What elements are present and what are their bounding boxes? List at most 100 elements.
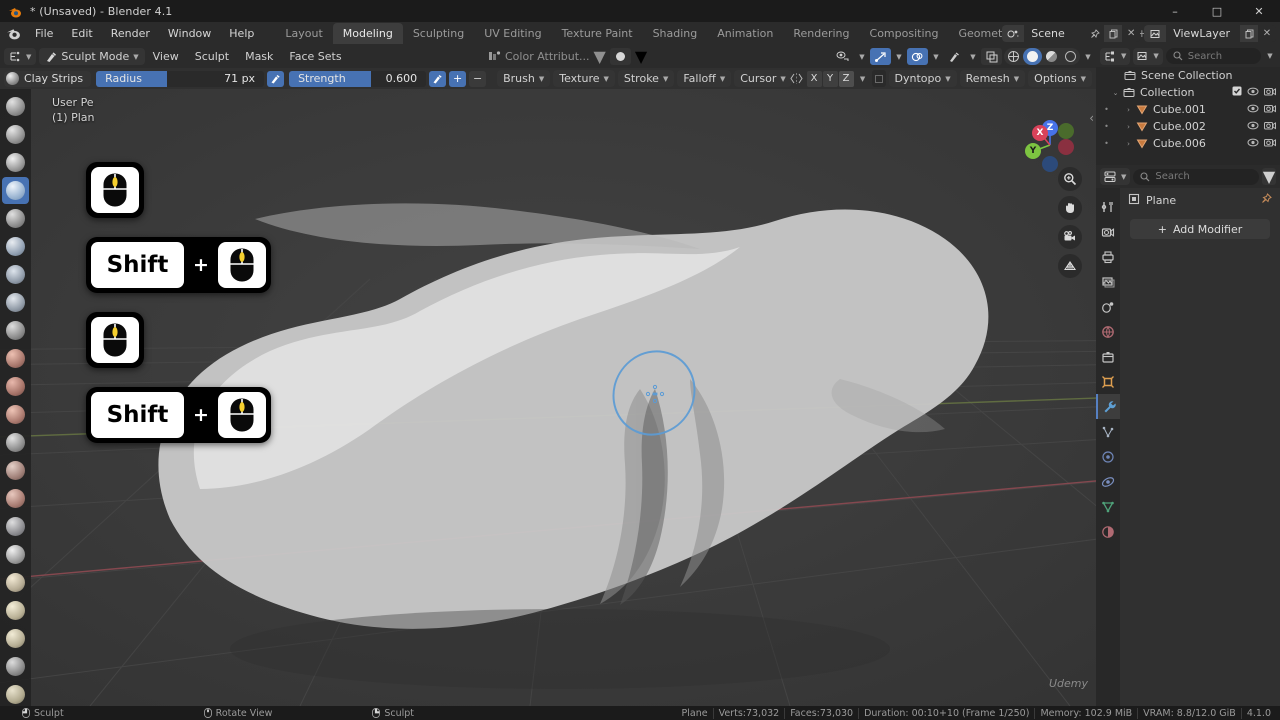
tab-layout[interactable]: Layout [275, 23, 332, 44]
chevron-down-icon[interactable]: ▼ [1264, 48, 1276, 65]
vp-menu-sculpt[interactable]: Sculpt [187, 47, 237, 66]
menu-edit[interactable]: Edit [62, 24, 101, 43]
radius-slider[interactable]: Radius 71 px [96, 70, 265, 87]
eye-icon[interactable] [1247, 120, 1259, 133]
tool-snake-hook[interactable] [2, 569, 29, 596]
viewlayer-copy-icon[interactable] [1240, 25, 1258, 42]
tool-clay-strips[interactable] [2, 177, 29, 204]
expand-icon[interactable]: › [1123, 140, 1134, 148]
properties-editor-type-button[interactable]: ▼ [1100, 168, 1131, 185]
menu-help[interactable]: Help [220, 24, 263, 43]
outliner-row-cube-002[interactable]: • › Cube.002 [1096, 118, 1280, 135]
close-button[interactable]: ✕ [1238, 0, 1280, 22]
tab-tool-icon[interactable] [1096, 194, 1120, 219]
mode-selector[interactable]: Sculpt Mode ▼ [39, 48, 145, 65]
tool-scrape[interactable] [2, 429, 29, 456]
hand-icon[interactable] [1058, 196, 1082, 220]
scene-close-icon[interactable]: ✕ [1122, 25, 1140, 42]
eye-icon[interactable] [1247, 103, 1259, 116]
3d-viewport[interactable]: User Pe (1) Plan Z X Y ‹ Shift + Shift +… [0, 89, 1096, 706]
gizmo-axis-neg-y[interactable] [1058, 123, 1074, 139]
chevron-down-icon[interactable]: ▼ [856, 48, 868, 65]
vp-menu-view[interactable]: View [145, 47, 187, 66]
camera-icon[interactable] [1264, 120, 1276, 133]
tool-inflate[interactable] [2, 261, 29, 288]
menu-render[interactable]: Render [102, 24, 159, 43]
expand-icon[interactable]: › [1123, 123, 1134, 131]
tool-multiplane-scrape[interactable] [2, 457, 29, 484]
symmetry-z-button[interactable]: Z [838, 70, 854, 87]
shading-material-preview-button[interactable] [1042, 48, 1061, 65]
options-popover[interactable]: Options ▼ [1028, 70, 1092, 87]
outliner-row-scene-collection[interactable]: Scene Collection [1096, 67, 1280, 84]
menu-file[interactable]: File [26, 24, 62, 43]
camera-icon[interactable] [1264, 103, 1276, 116]
dyntopo-checkbox[interactable] [871, 70, 886, 87]
tool-grab[interactable] [2, 513, 29, 540]
tool-rotate[interactable] [2, 681, 29, 706]
gizmo-axis-y[interactable]: Y [1025, 143, 1041, 159]
xray-button[interactable] [981, 48, 1002, 65]
tool-nudge[interactable] [2, 653, 29, 680]
visibility-icon[interactable] [833, 48, 854, 65]
scene-selector[interactable]: Scene ✕ [1002, 25, 1141, 42]
chevron-down-icon[interactable]: ▼ [594, 47, 606, 66]
chevron-down-icon[interactable]: ▼ [635, 47, 647, 66]
properties-filter-button[interactable]: ▼ [1262, 167, 1276, 186]
xray-toggle-button[interactable] [944, 48, 965, 65]
tool-elastic-deform[interactable] [2, 541, 29, 568]
tab-particles-icon[interactable] [1096, 419, 1120, 444]
tab-uv-editing[interactable]: UV Editing [474, 23, 551, 44]
brush-direction-subtract-button[interactable]: − [469, 70, 487, 87]
tab-rendering[interactable]: Rendering [783, 23, 859, 44]
tab-shading[interactable]: Shading [643, 23, 708, 44]
brush-selector[interactable]: Clay Strips [4, 70, 92, 87]
menu-window[interactable]: Window [159, 24, 220, 43]
chevron-down-icon[interactable]: ▼ [857, 70, 869, 87]
chevron-down-icon[interactable]: ▼ [967, 48, 979, 65]
tab-collection-icon[interactable] [1096, 344, 1120, 369]
tab-material-icon[interactable] [1096, 519, 1120, 544]
navigation-gizmo[interactable]: Z X Y [1004, 103, 1078, 177]
tab-scene-icon[interactable] [1096, 294, 1120, 319]
zoom-icon[interactable] [1058, 167, 1082, 191]
tool-blob[interactable] [2, 289, 29, 316]
brush-popover[interactable]: Brush ▼ [497, 70, 551, 87]
editor-type-selector[interactable]: ▼ [4, 48, 37, 65]
tool-pinch[interactable] [2, 485, 29, 512]
tool-layer[interactable] [2, 233, 29, 260]
camera-icon[interactable] [1264, 86, 1276, 99]
pin-icon[interactable] [1086, 25, 1104, 42]
expand-icon[interactable]: › [1123, 106, 1134, 114]
tool-flatten[interactable] [2, 373, 29, 400]
tab-render-icon[interactable] [1096, 219, 1120, 244]
tool-crease[interactable] [2, 317, 29, 344]
tab-sculpting[interactable]: Sculpting [403, 23, 474, 44]
chevron-down-icon[interactable]: ▼ [893, 48, 905, 65]
gizmo-toggle-button[interactable] [870, 48, 891, 65]
radius-pressure-toggle[interactable] [267, 70, 285, 87]
tab-texture-paint[interactable]: Texture Paint [552, 23, 643, 44]
dyntopo-popover[interactable]: Dyntopo ▼ [888, 70, 957, 87]
vp-menu-face-sets[interactable]: Face Sets [281, 47, 349, 66]
texture-popover[interactable]: Texture ▼ [553, 70, 615, 87]
tab-viewlayer-icon[interactable] [1096, 269, 1120, 294]
tool-clay[interactable] [2, 149, 29, 176]
add-modifier-button[interactable]: + Add Modifier [1130, 219, 1270, 239]
tool-smooth[interactable] [2, 345, 29, 372]
grid-icon[interactable] [1058, 254, 1082, 278]
collection-checkbox[interactable] [1232, 86, 1242, 99]
shading-solid-button[interactable] [1023, 48, 1042, 65]
gizmo-axis-neg-x[interactable] [1058, 139, 1074, 155]
camera-icon[interactable] [1058, 225, 1082, 249]
chevron-down-icon[interactable]: ▼ [1082, 48, 1094, 65]
tab-constraints-icon[interactable] [1096, 469, 1120, 494]
tab-data-icon[interactable] [1096, 494, 1120, 519]
outliner-display-mode-button[interactable]: ▼ [1133, 47, 1163, 65]
eye-icon[interactable] [1247, 137, 1259, 150]
viewlayer-close-icon[interactable]: ✕ [1258, 25, 1276, 42]
tab-physics-icon[interactable] [1096, 444, 1120, 469]
outliner-row-collection[interactable]: ⌄ Collection [1096, 84, 1280, 101]
viewlayer-selector[interactable]: ViewLayer ✕ [1144, 25, 1276, 42]
outliner-search-input[interactable]: Search [1165, 48, 1261, 64]
